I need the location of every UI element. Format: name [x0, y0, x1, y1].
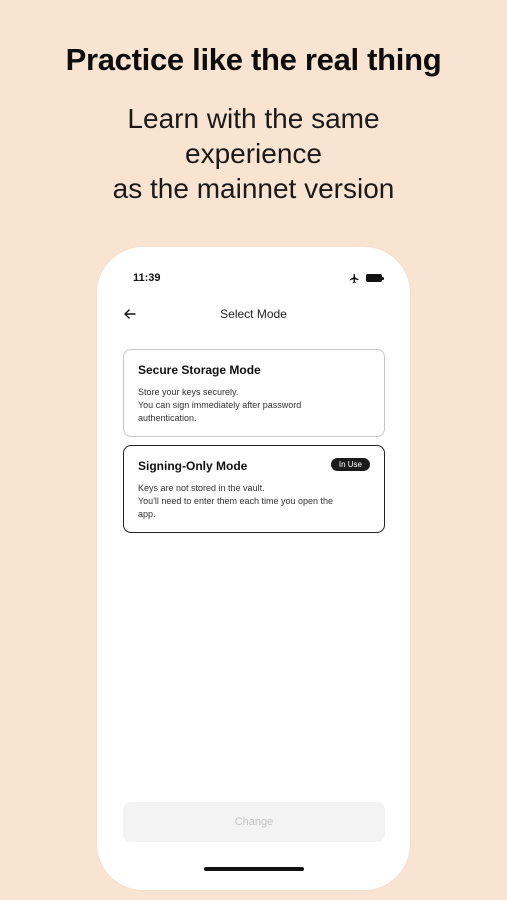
promo-subline-3: as the mainnet version: [112, 173, 395, 204]
status-bar: 11:39: [97, 247, 410, 297]
battery-icon: [366, 274, 384, 282]
mode-card-title: Secure Storage Mode: [138, 363, 261, 377]
mode-card-description: Keys are not stored in the vault. You'll…: [138, 482, 370, 521]
mode-card-description: Store your keys securely. You can sign i…: [138, 386, 370, 425]
promo-subline-1: Learn with the same: [127, 103, 380, 134]
promo-subline: Learn with the same experience as the ma…: [0, 101, 507, 206]
mode-card-secure-storage[interactable]: Secure Storage Mode Store your keys secu…: [123, 349, 385, 437]
mode-card-description-line: Store your keys securely.: [138, 387, 239, 397]
mode-card-description-line: app.: [138, 509, 156, 519]
mode-card-description-line: Keys are not stored in the vault.: [138, 483, 265, 493]
page-title: Select Mode: [220, 307, 287, 321]
mode-card-description-line: You'll need to enter them each time you …: [138, 496, 334, 506]
home-indicator: [204, 867, 304, 871]
mode-card-description-line: You can sign immediately after password: [138, 400, 302, 410]
phone-screen: 11:39 Select Mode Secure Storage Mode St…: [97, 247, 410, 890]
airplane-icon: [349, 273, 359, 283]
nav-bar: Select Mode: [97, 299, 410, 329]
mode-card-description-line: authentication.: [138, 413, 197, 423]
status-icons: [349, 272, 384, 284]
promo-headline: Practice like the real thing: [65, 42, 442, 77]
in-use-badge: In Use: [330, 458, 370, 471]
promo-subline-2: experience: [185, 138, 322, 169]
change-button[interactable]: Change: [123, 802, 385, 842]
mode-card-signing-only[interactable]: Signing-Only Mode In Use Keys are not st…: [123, 445, 385, 533]
status-time: 11:39: [133, 272, 161, 284]
